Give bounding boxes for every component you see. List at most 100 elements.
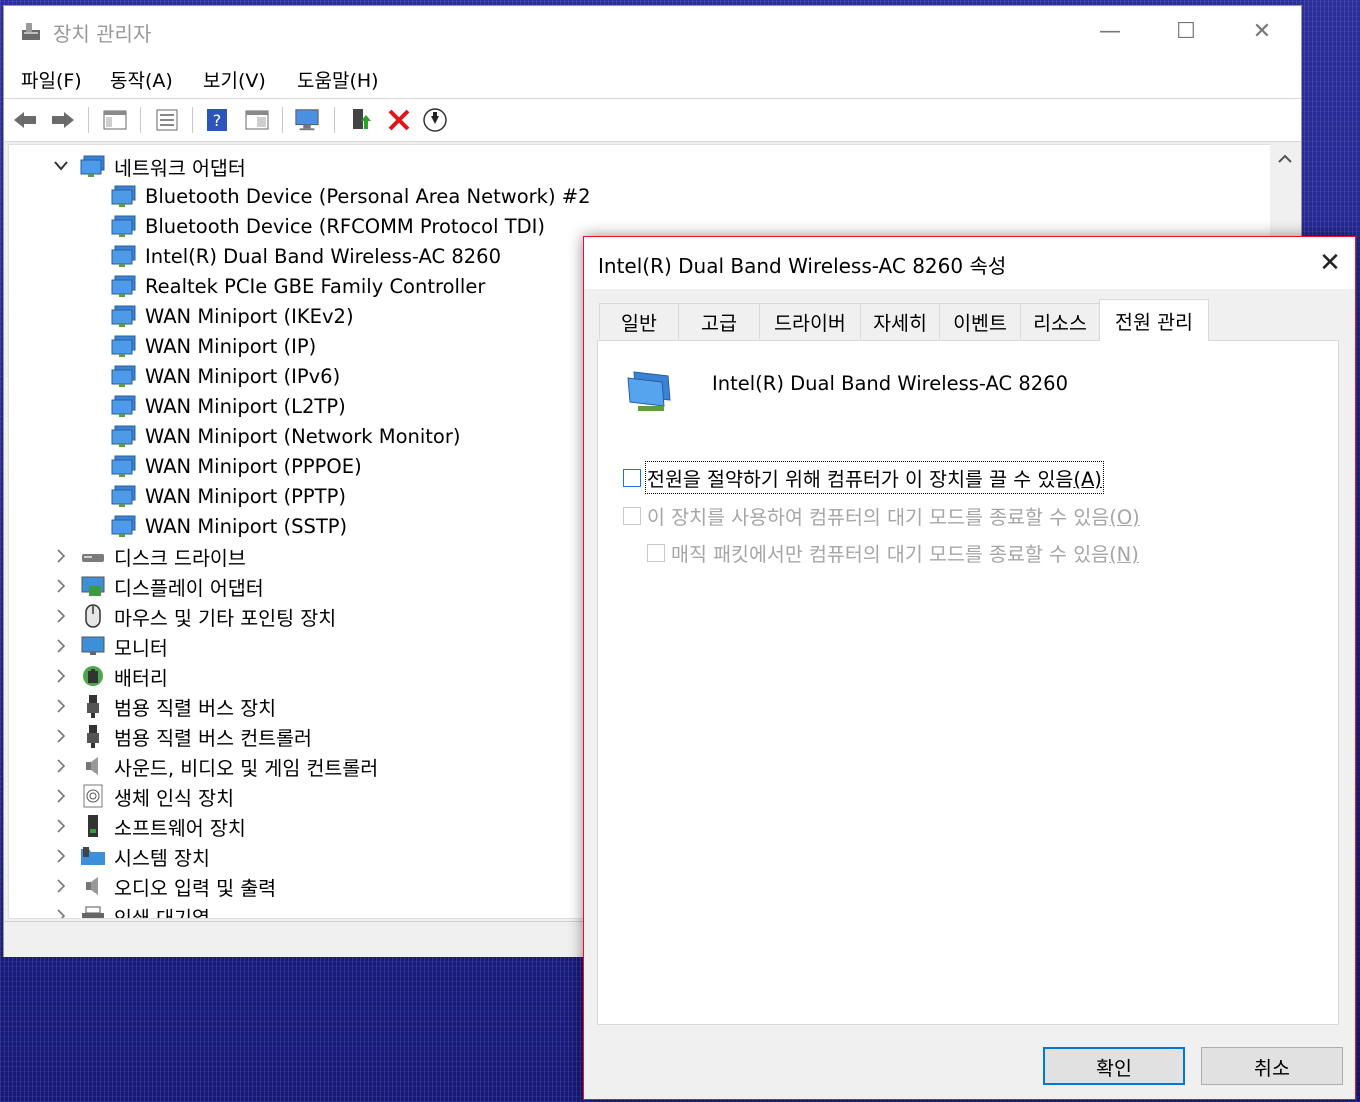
properties-icon[interactable] xyxy=(154,107,180,133)
magic-packet-checkbox[interactable]: 매직 패킷에서만 컴퓨터의 대기 모드를 종료할 수 있음(N) xyxy=(647,538,1139,567)
tab-details[interactable]: 자세히 xyxy=(860,303,940,339)
minimize-button[interactable]: — xyxy=(1072,6,1148,56)
tree-category[interactable]: 디스크 드라이브 xyxy=(80,541,246,571)
tree-category-label: 소프트웨어 장치 xyxy=(114,816,246,840)
chevron-right-icon[interactable] xyxy=(53,758,69,774)
disk-drive-icon xyxy=(80,543,106,569)
tree-item-device[interactable]: WAN Miniport (L2TP) xyxy=(111,391,346,421)
tree-category[interactable]: 시스템 장치 xyxy=(80,841,210,871)
tree-item-device[interactable]: Realtek PCIe GBE Family Controller xyxy=(111,271,485,301)
ok-button[interactable]: 확인 xyxy=(1043,1047,1185,1085)
forward-icon[interactable] xyxy=(50,107,76,133)
network-adapter-icon xyxy=(627,371,671,411)
tree-item-device[interactable]: Bluetooth Device (Personal Area Network)… xyxy=(111,181,591,211)
cancel-button[interactable]: 취소 xyxy=(1201,1047,1343,1085)
printer-icon xyxy=(80,903,106,918)
tree-item-device[interactable]: WAN Miniport (SSTP) xyxy=(111,511,347,541)
tree-category[interactable]: 디스플레이 어댑터 xyxy=(80,571,264,601)
checkbox-label: 매직 패킷에서만 컴퓨터의 대기 모드를 종료할 수 있음(N) xyxy=(671,543,1139,566)
tree-item-label: WAN Miniport (SSTP) xyxy=(145,514,348,538)
network-adapter-icon xyxy=(111,423,137,449)
tree-item-label: WAN Miniport (Network Monitor) xyxy=(145,424,461,448)
tree-item-device[interactable]: Bluetooth Device (RFCOMM Protocol TDI) xyxy=(111,211,545,241)
tree-category[interactable]: 인쇄 대기열 xyxy=(80,901,210,919)
tab-power-management[interactable]: 전원 관리 xyxy=(1099,299,1209,341)
tab-resources[interactable]: 리소스 xyxy=(1020,303,1100,339)
tree-category[interactable]: 오디오 입력 및 출력 xyxy=(80,871,276,901)
tree-category[interactable]: 범용 직렬 버스 컨트롤러 xyxy=(80,721,312,751)
disable-device-icon[interactable] xyxy=(422,107,448,133)
checkbox-box[interactable] xyxy=(623,468,641,487)
tab-events[interactable]: 이벤트 xyxy=(939,303,1021,339)
tree-item-device[interactable]: WAN Miniport (IP) xyxy=(111,331,316,361)
chevron-right-icon[interactable] xyxy=(53,878,69,894)
tree-category[interactable]: 사운드, 비디오 및 게임 컨트롤러 xyxy=(80,751,378,781)
tree-category-network-adapters[interactable]: 네트워크 어댑터 xyxy=(9,151,246,181)
tree-category[interactable]: 마우스 및 기타 포인팅 장치 xyxy=(80,601,336,631)
chevron-right-icon[interactable] xyxy=(53,638,69,654)
view-icon[interactable] xyxy=(244,107,270,133)
svg-text:?: ? xyxy=(213,111,222,130)
tree-item-label: WAN Miniport (PPPOE) xyxy=(145,454,362,478)
tree-category[interactable]: 소프트웨어 장치 xyxy=(80,811,246,841)
maximize-button[interactable]: ☐ xyxy=(1148,6,1224,56)
wake-computer-checkbox[interactable]: 이 장치를 사용하여 컴퓨터의 대기 모드를 종료할 수 있음(O) xyxy=(623,501,1140,530)
checkbox-box[interactable] xyxy=(623,506,641,525)
tree-item-device[interactable]: WAN Miniport (IPv6) xyxy=(111,361,340,391)
tree-category[interactable]: 모니터 xyxy=(80,631,168,661)
title-bar[interactable]: 장치 관리자 — ☐ ✕ xyxy=(4,6,1301,56)
tree-category[interactable]: 배터리 xyxy=(80,661,168,691)
update-driver-icon[interactable] xyxy=(348,107,374,133)
usb-icon xyxy=(80,723,106,749)
tree-item-device[interactable]: WAN Miniport (PPPOE) xyxy=(111,451,362,481)
allow-turn-off-checkbox[interactable]: 전원을 절약하기 위해 컴퓨터가 이 장치를 끌 수 있음(A) xyxy=(623,461,1104,494)
chevron-right-icon[interactable] xyxy=(53,668,69,684)
chevron-right-icon[interactable] xyxy=(53,848,69,864)
close-button[interactable]: ✕ xyxy=(1224,6,1300,56)
tab-driver[interactable]: 드라이버 xyxy=(759,303,861,339)
chevron-right-icon[interactable] xyxy=(53,908,69,918)
chevron-right-icon[interactable] xyxy=(53,818,69,834)
dialog-title-bar[interactable]: Intel(R) Dual Band Wireless-AC 8260 속성 ✕ xyxy=(584,237,1355,289)
properties-dialog: Intel(R) Dual Band Wireless-AC 8260 속성 ✕… xyxy=(583,236,1356,1100)
network-adapter-icon xyxy=(111,243,137,269)
usb-icon xyxy=(80,693,106,719)
tab-advanced[interactable]: 고급 xyxy=(678,303,760,339)
chevron-right-icon[interactable] xyxy=(53,578,69,594)
chevron-down-icon[interactable] xyxy=(53,158,69,174)
tree-item-device[interactable]: WAN Miniport (Network Monitor) xyxy=(111,421,461,451)
toolbar-separator xyxy=(192,107,193,133)
system-folder-icon xyxy=(80,843,106,869)
chevron-right-icon[interactable] xyxy=(53,788,69,804)
tree-category[interactable]: 생체 인식 장치 xyxy=(80,781,234,811)
tree-category-label: 범용 직렬 버스 컨트롤러 xyxy=(114,726,312,750)
tree-item-device[interactable]: WAN Miniport (PPTP) xyxy=(111,481,346,511)
dialog-close-button[interactable]: ✕ xyxy=(1305,237,1355,289)
menu-file[interactable]: 파일(F) xyxy=(21,66,82,93)
menu-action[interactable]: 동작(A) xyxy=(110,66,173,93)
tree-category[interactable]: 범용 직렬 버스 장치 xyxy=(80,691,276,721)
tree-item-device[interactable]: WAN Miniport (IKEv2) xyxy=(111,301,354,331)
toolbar-separator xyxy=(334,107,335,133)
chevron-right-icon[interactable] xyxy=(53,728,69,744)
battery-icon xyxy=(80,663,106,689)
scroll-up-arrow-icon[interactable] xyxy=(1278,154,1292,164)
network-adapter-icon xyxy=(111,393,137,419)
toolbar-separator xyxy=(140,107,141,133)
menu-help[interactable]: 도움말(H) xyxy=(297,66,379,93)
menu-view[interactable]: 보기(V) xyxy=(203,66,266,93)
tree-item-device[interactable]: Intel(R) Dual Band Wireless-AC 8260 xyxy=(111,241,501,271)
chevron-right-icon[interactable] xyxy=(53,548,69,564)
chevron-right-icon[interactable] xyxy=(53,698,69,714)
tab-general[interactable]: 일반 xyxy=(599,303,679,339)
uninstall-icon[interactable] xyxy=(386,107,412,133)
tree-category-label: 인쇄 대기열 xyxy=(114,906,210,919)
checkbox-box[interactable] xyxy=(647,543,665,562)
network-adapter-icon xyxy=(111,333,137,359)
show-hide-console-tree-icon[interactable] xyxy=(102,107,128,133)
chevron-right-icon[interactable] xyxy=(53,608,69,624)
help-icon[interactable]: ? xyxy=(204,107,230,133)
back-icon[interactable] xyxy=(12,107,38,133)
scan-hardware-icon[interactable] xyxy=(294,107,320,133)
tree-category-label: 배터리 xyxy=(114,666,168,690)
